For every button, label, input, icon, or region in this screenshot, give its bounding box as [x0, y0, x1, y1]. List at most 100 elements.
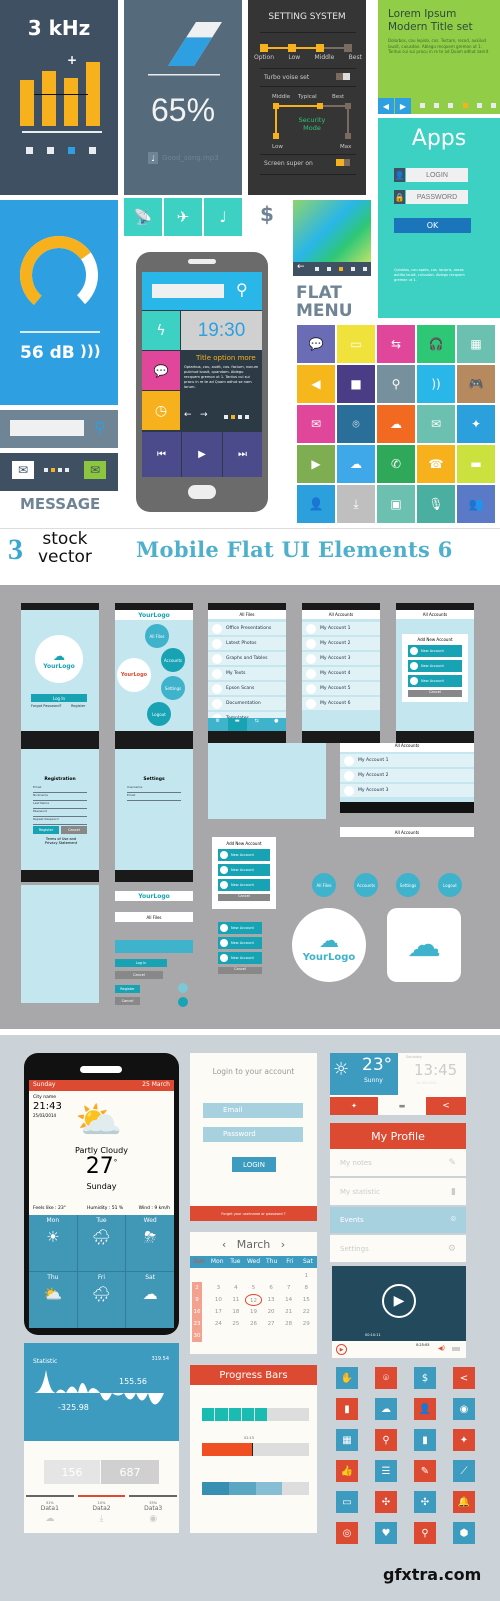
book-icon[interactable]: ▮ — [336, 1398, 358, 1420]
mail-icon[interactable]: ✉ — [12, 461, 34, 479]
flat-menu-dot[interactable] — [339, 267, 343, 271]
dialog-cancel-button[interactable]: Cancel — [218, 894, 270, 901]
note-icon[interactable]: ♩ — [204, 198, 242, 236]
password-input[interactable] — [406, 190, 468, 204]
download-icon[interactable]: ⤓ — [337, 485, 375, 523]
carousel-dot[interactable] — [420, 103, 425, 108]
cancel-button[interactable]: Cancel — [61, 826, 87, 834]
calendar-day[interactable]: 22 — [297, 1306, 315, 1318]
calendar-day[interactable]: 20 — [262, 1306, 280, 1318]
chat-icon[interactable]: 💬 — [142, 351, 180, 390]
photo-icon[interactable]: ▣ — [377, 485, 415, 523]
keyboard-icon[interactable]: ▬ — [378, 1097, 426, 1115]
carousel-dot[interactable] — [462, 103, 468, 108]
dialog-cancel-button[interactable]: Cancel — [408, 690, 462, 697]
form-field[interactable]: Email — [127, 793, 181, 801]
slider-stop[interactable] — [316, 44, 324, 52]
contact-icon[interactable]: 👤 — [297, 485, 335, 523]
chat-icon[interactable]: 💬 — [297, 325, 335, 363]
keyboard-icon[interactable]: ▭ — [336, 1491, 358, 1513]
file-row[interactable]: Epson Scans — [208, 682, 286, 695]
search-icon[interactable]: ⚲ — [375, 1429, 397, 1451]
radio-off[interactable] — [178, 983, 188, 993]
toolbar-bar[interactable] — [115, 940, 193, 953]
new-account-button[interactable]: New Account — [218, 849, 270, 861]
new-account-button[interactable]: New Account — [218, 937, 262, 949]
calendar-day[interactable]: 30 — [192, 1330, 202, 1342]
volume-slider[interactable] — [144, 20, 224, 80]
bird-icon[interactable]: ✦ — [453, 1429, 475, 1451]
plane-icon[interactable]: ✈ — [164, 198, 202, 236]
quality-slider[interactable] — [260, 44, 354, 52]
account-row[interactable]: My Account 3 — [302, 652, 380, 665]
next-arrow-icon[interactable]: ▶ — [395, 98, 411, 114]
pin-icon[interactable]: ⌾ — [337, 405, 375, 443]
account-row[interactable]: My Account 4 — [302, 667, 380, 680]
calendar-day[interactable]: 13 — [262, 1294, 280, 1306]
carousel-dot[interactable] — [476, 103, 482, 108]
flash-icon[interactable]: ϟ — [142, 311, 180, 350]
thumbs-up-icon[interactable]: 👍 — [336, 1460, 358, 1482]
calendar-day[interactable]: 26 — [245, 1318, 263, 1330]
account-row[interactable]: My Account 1 — [302, 622, 380, 635]
calendar-day[interactable]: 25 — [227, 1318, 245, 1330]
search-input[interactable] — [10, 420, 84, 436]
volume-icon[interactable]: ◀) — [438, 1345, 445, 1352]
file-checkbox[interactable] — [212, 638, 222, 649]
calendar-day[interactable]: 10 — [210, 1294, 228, 1306]
flat-menu-dot[interactable] — [351, 267, 355, 271]
carousel-dot[interactable] — [434, 103, 440, 108]
forgot-password-link[interactable]: Forget your username or password ? — [190, 1206, 317, 1221]
preset-dot[interactable] — [89, 147, 96, 154]
mic-icon[interactable]: ● — [267, 718, 287, 731]
bar-chart-icon[interactable]: ▮ — [414, 1429, 436, 1451]
account-row[interactable]: My Account 3 — [340, 784, 474, 797]
login-input[interactable] — [406, 168, 468, 182]
calendar-day[interactable]: 3 — [210, 1282, 228, 1294]
phone-icon[interactable]: ✆ — [377, 445, 415, 483]
calendar-day[interactable]: 1 — [297, 1270, 315, 1282]
profile-item[interactable]: My statistic ▮ — [330, 1178, 466, 1205]
zoom-icon[interactable]: ⚲ — [414, 1522, 436, 1544]
mail-icon[interactable]: ✉ — [417, 405, 455, 443]
table-icon[interactable]: ▦ — [457, 325, 495, 363]
file-checkbox[interactable] — [212, 623, 222, 634]
left-arrow-icon[interactable]: ← — [184, 410, 192, 420]
menu-circle-accounts[interactable]: Accounts — [161, 648, 185, 672]
new-account-button[interactable]: New Account — [408, 660, 462, 672]
calendar-day[interactable]: 23 — [192, 1318, 202, 1330]
round-button-logout[interactable]: Logout — [438, 873, 462, 897]
next-month-button[interactable]: › — [281, 1238, 285, 1251]
slider-stop[interactable] — [260, 44, 268, 52]
file-row[interactable]: Latest Photos — [208, 637, 286, 650]
weather-icon[interactable]: ☁ — [337, 445, 375, 483]
login-button[interactable]: LOGIN — [232, 1157, 276, 1172]
carousel-dot[interactable] — [448, 103, 454, 108]
login-button-sample[interactable]: Log In — [115, 959, 167, 967]
folder-icon[interactable]: ▬ — [457, 445, 495, 483]
rss-icon[interactable]: )) — [417, 365, 455, 403]
radio-on[interactable] — [178, 997, 188, 1007]
share-icon[interactable]: < — [426, 1097, 466, 1115]
flat-menu-dot[interactable] — [315, 267, 319, 271]
calendar-icon[interactable]: ▦ — [336, 1429, 358, 1451]
slider-stop[interactable] — [344, 44, 352, 52]
form-field[interactable]: Last Name — [33, 801, 87, 809]
home-button[interactable] — [188, 485, 216, 499]
network-icon[interactable]: ✣ — [375, 1491, 397, 1513]
equalizer-presets[interactable] — [26, 147, 96, 154]
calendar-day[interactable]: 8 — [297, 1282, 315, 1294]
prev-arrow-icon[interactable]: ◀ — [378, 98, 394, 114]
file-row[interactable]: Graphs and Tables — [208, 652, 286, 665]
cancel-button-sample[interactable]: Cancel — [115, 971, 163, 979]
rewind-icon[interactable]: ⏮ — [142, 432, 181, 477]
profile-item[interactable]: My notes ✎ — [330, 1149, 466, 1176]
forgot-link[interactable]: Forgot Password? — [31, 704, 61, 708]
search-icon[interactable]: ⚲ — [236, 280, 248, 299]
calendar-day[interactable]: 9 — [192, 1294, 202, 1306]
laptop-icon[interactable]: ▭ — [337, 325, 375, 363]
calendar-day[interactable]: 29 — [297, 1318, 315, 1330]
round-button-accounts[interactable]: Accounts — [354, 873, 378, 897]
fullscreen-icon[interactable] — [452, 1347, 460, 1351]
new-account-button[interactable]: New Account — [408, 675, 462, 687]
